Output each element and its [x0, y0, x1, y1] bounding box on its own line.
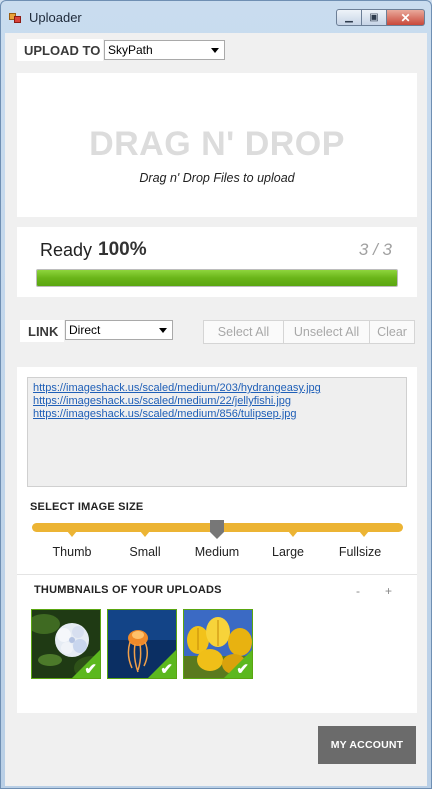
dropdown-arrow-icon — [211, 48, 219, 53]
close-icon: ✕ — [400, 10, 411, 25]
size-option-fullsize[interactable]: Fullsize — [320, 545, 400, 559]
thumbnail-tulips[interactable]: ✔ — [183, 609, 253, 679]
progress-bar-fill — [37, 270, 397, 286]
slider-handle[interactable] — [210, 520, 224, 539]
checkmark-icon: ✔ — [236, 661, 249, 678]
client-area: UPLOAD TO SkyPath DRAG N' DROP Drag n' D… — [5, 33, 427, 786]
thumbnail-zoom-in-button[interactable]: + — [385, 584, 392, 598]
size-option-thumb[interactable]: Thumb — [32, 545, 112, 559]
slider-tick — [359, 531, 369, 537]
progress-panel: Ready 100% 3 / 3 — [17, 227, 417, 297]
title-bar[interactable]: Uploader ▁ ▣ ✕ — [1, 1, 431, 33]
app-icon — [9, 11, 21, 23]
size-option-medium[interactable]: Medium — [177, 545, 257, 559]
status-text: Ready — [40, 240, 93, 260]
drop-zone[interactable]: DRAG N' DROP Drag n' Drop Files to uploa… — [17, 73, 417, 217]
thumbnail-hydrangea[interactable]: ✔ — [31, 609, 101, 679]
link-type-value: Direct — [69, 323, 101, 337]
links-list[interactable]: https://imageshack.us/scaled/medium/203/… — [27, 377, 407, 487]
thumbnails-heading: THUMBNAILS OF YOUR UPLOADS — [34, 584, 222, 596]
select-all-button[interactable]: Select All — [204, 321, 284, 343]
link-type-select[interactable]: Direct — [65, 320, 173, 340]
uploader-window: Uploader ▁ ▣ ✕ UPLOAD TO SkyPath DRAG N'… — [0, 0, 432, 789]
maximize-button[interactable]: ▣ — [362, 9, 387, 26]
size-option-small[interactable]: Small — [105, 545, 185, 559]
upload-to-label: UPLOAD TO — [17, 39, 103, 61]
link-label: LINK — [20, 320, 64, 342]
clear-button[interactable]: Clear — [370, 321, 414, 343]
size-option-large[interactable]: Large — [248, 545, 328, 559]
upload-count: 3 / 3 — [358, 240, 392, 259]
slider-tick — [288, 531, 298, 537]
progress-percent: 100% — [98, 239, 147, 260]
divider — [17, 574, 417, 575]
close-button[interactable]: ✕ — [387, 9, 425, 26]
slider-tick — [67, 531, 77, 537]
checkmark-icon: ✔ — [160, 661, 173, 678]
checkmark-icon: ✔ — [84, 661, 97, 678]
window-title: Uploader — [29, 10, 82, 25]
minimize-button[interactable]: ▁ — [336, 9, 362, 26]
unselect-all-button[interactable]: Unselect All — [284, 321, 370, 343]
slider-tick — [140, 531, 150, 537]
window-controls: ▁ ▣ ✕ — [336, 9, 425, 26]
thumbnail-zoom-out-button[interactable]: - — [356, 584, 360, 598]
drop-zone-title: DRAG N' DROP — [89, 125, 345, 163]
dropdown-arrow-icon — [159, 328, 167, 333]
link-item[interactable]: https://imageshack.us/scaled/medium/203/… — [33, 382, 406, 395]
destination-select[interactable]: SkyPath — [104, 40, 225, 60]
my-account-button[interactable]: MY ACCOUNT — [318, 726, 416, 764]
link-item[interactable]: https://imageshack.us/scaled/medium/856/… — [33, 408, 406, 421]
drop-zone-subtitle: Drag n' Drop Files to upload — [139, 171, 295, 185]
main-panel: https://imageshack.us/scaled/medium/203/… — [17, 367, 417, 713]
thumbnail-jellyfish[interactable]: ✔ — [107, 609, 177, 679]
restore-icon: ▣ — [369, 12, 379, 23]
destination-value: SkyPath — [108, 43, 153, 57]
progress-bar — [36, 269, 398, 287]
image-size-heading: SELECT IMAGE SIZE — [30, 501, 144, 513]
selection-buttons: Select All Unselect All Clear — [203, 320, 415, 344]
minimize-icon: ▁ — [345, 12, 353, 23]
link-item[interactable]: https://imageshack.us/scaled/medium/22/j… — [33, 395, 406, 408]
